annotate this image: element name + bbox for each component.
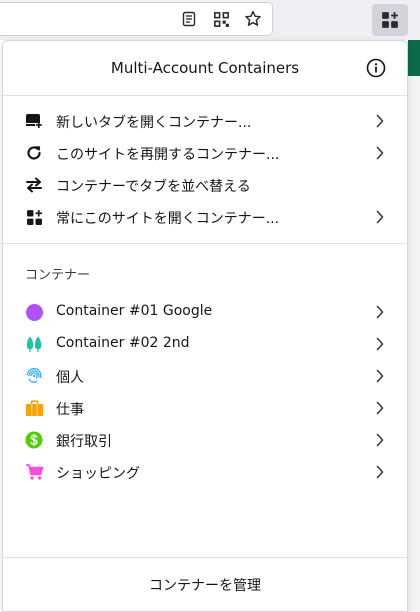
page-background-strip: [408, 40, 420, 76]
fingerprint-icon: [24, 367, 44, 385]
container-item-work[interactable]: 仕事: [3, 392, 407, 424]
dollar-icon: [24, 431, 44, 449]
page-background: [408, 76, 420, 612]
containers-toolbar-button[interactable]: [372, 4, 408, 36]
tree-icon: [24, 335, 44, 353]
chevron-right-icon: [373, 145, 387, 161]
container-item-google[interactable]: Container #01 Google: [3, 296, 407, 328]
chevron-right-icon: [373, 336, 387, 352]
chevron-right-icon: [373, 113, 387, 129]
containers-section-header: コンテナー: [25, 268, 91, 283]
manage-containers-button[interactable]: コンテナーを管理: [3, 557, 407, 611]
new-tab-container-icon: [24, 112, 44, 130]
sort-tabs-icon: [24, 176, 44, 194]
bookmark-star-icon[interactable]: [242, 8, 264, 30]
containers-grid-icon: [382, 12, 398, 28]
info-button[interactable]: [365, 57, 387, 79]
always-open-icon: [24, 208, 44, 226]
container-item-personal[interactable]: 個人: [3, 360, 407, 392]
chevron-right-icon: [373, 432, 387, 448]
briefcase-icon: [24, 399, 44, 417]
container-label: 銀行取引: [56, 434, 112, 450]
container-item-2nd[interactable]: Container #02 2nd: [3, 328, 407, 360]
always-open-site-in-container[interactable]: 常にこのサイトを開くコンテナー...: [3, 201, 407, 233]
cart-icon: [24, 463, 44, 481]
info-icon: [366, 58, 386, 78]
browser-toolbar: [0, 0, 420, 40]
chevron-right-icon: [373, 400, 387, 416]
containers-popup: Multi-Account Containers 新しいタブを開くコンテナー..…: [2, 40, 408, 612]
action-list: 新しいタブを開くコンテナー... このサイトを再開するコンテナー... コンテナ…: [3, 105, 407, 233]
action-label: このサイトを再開するコンテナー...: [56, 147, 280, 163]
sort-tabs-by-container[interactable]: コンテナーでタブを並べ替える: [3, 169, 407, 201]
container-label: ショッピング: [56, 466, 140, 482]
container-label: Container #01 Google: [56, 303, 213, 319]
container-list: Container #01 Google Container #02 2nd 個…: [3, 296, 407, 488]
container-label: 個人: [56, 370, 84, 386]
action-label: 常にこのサイトを開くコンテナー...: [56, 211, 280, 227]
popup-title: Multi-Account Containers: [110, 59, 300, 77]
section-divider: [3, 243, 407, 244]
container-item-banking[interactable]: 銀行取引: [3, 424, 407, 456]
qr-code-icon[interactable]: [210, 8, 232, 30]
action-label: 新しいタブを開くコンテナー...: [56, 115, 252, 131]
chevron-right-icon: [373, 464, 387, 480]
popup-header: Multi-Account Containers: [3, 41, 407, 96]
reopen-icon: [24, 144, 44, 162]
circle-icon: [24, 303, 44, 321]
chevron-right-icon: [373, 368, 387, 384]
reader-view-icon[interactable]: [178, 8, 200, 30]
open-new-tab-in-container[interactable]: 新しいタブを開くコンテナー...: [3, 105, 407, 137]
reopen-site-in-container[interactable]: このサイトを再開するコンテナー...: [3, 137, 407, 169]
chevron-right-icon: [373, 209, 387, 225]
action-label: コンテナーでタブを並べ替える: [56, 179, 251, 195]
container-label: Container #02 2nd: [56, 335, 190, 351]
container-item-shopping[interactable]: ショッピング: [3, 456, 407, 488]
manage-containers-label: コンテナーを管理: [149, 577, 261, 594]
container-label: 仕事: [56, 402, 84, 418]
address-bar[interactable]: [0, 2, 273, 36]
chevron-right-icon: [373, 304, 387, 320]
